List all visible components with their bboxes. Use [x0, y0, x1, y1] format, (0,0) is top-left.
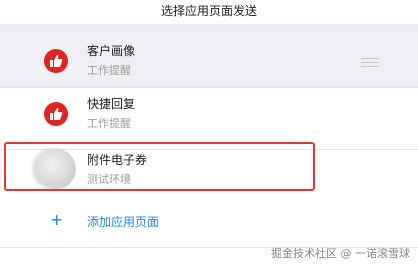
- page-list-item-customer-profile[interactable]: 客户画像 工作提醒: [0, 25, 418, 88]
- page-subtitle: 工作提醒: [87, 64, 131, 77]
- plus-icon: +: [50, 210, 64, 229]
- dialog-title: 选择应用页面发送: [160, 4, 257, 18]
- thumbs-up-icon: [44, 102, 68, 126]
- send-app-page-dialog: 选择应用页面发送 客户画像 工作提醒 快捷回复 工作提醒 附件电子券 测试环境 …: [0, 0, 418, 267]
- page-subtitle: 工作提醒: [87, 117, 131, 130]
- watermark-text: 掘金技术社区 @ 一诺滚雪球: [271, 247, 410, 260]
- drag-handle-icon[interactable]: [361, 58, 379, 68]
- dialog-header: 选择应用页面发送: [0, 0, 418, 25]
- page-list-item-quick-reply[interactable]: 快捷回复 工作提醒: [0, 87, 418, 150]
- thumbs-up-icon: [44, 49, 68, 73]
- add-app-page-label: 添加应用页面: [87, 215, 160, 229]
- add-app-page-button[interactable]: + 添加应用页面: [0, 198, 418, 248]
- page-title: 客户画像: [87, 44, 136, 58]
- page-title: 快捷回复: [87, 97, 136, 111]
- highlight-annotation-box: [4, 142, 315, 191]
